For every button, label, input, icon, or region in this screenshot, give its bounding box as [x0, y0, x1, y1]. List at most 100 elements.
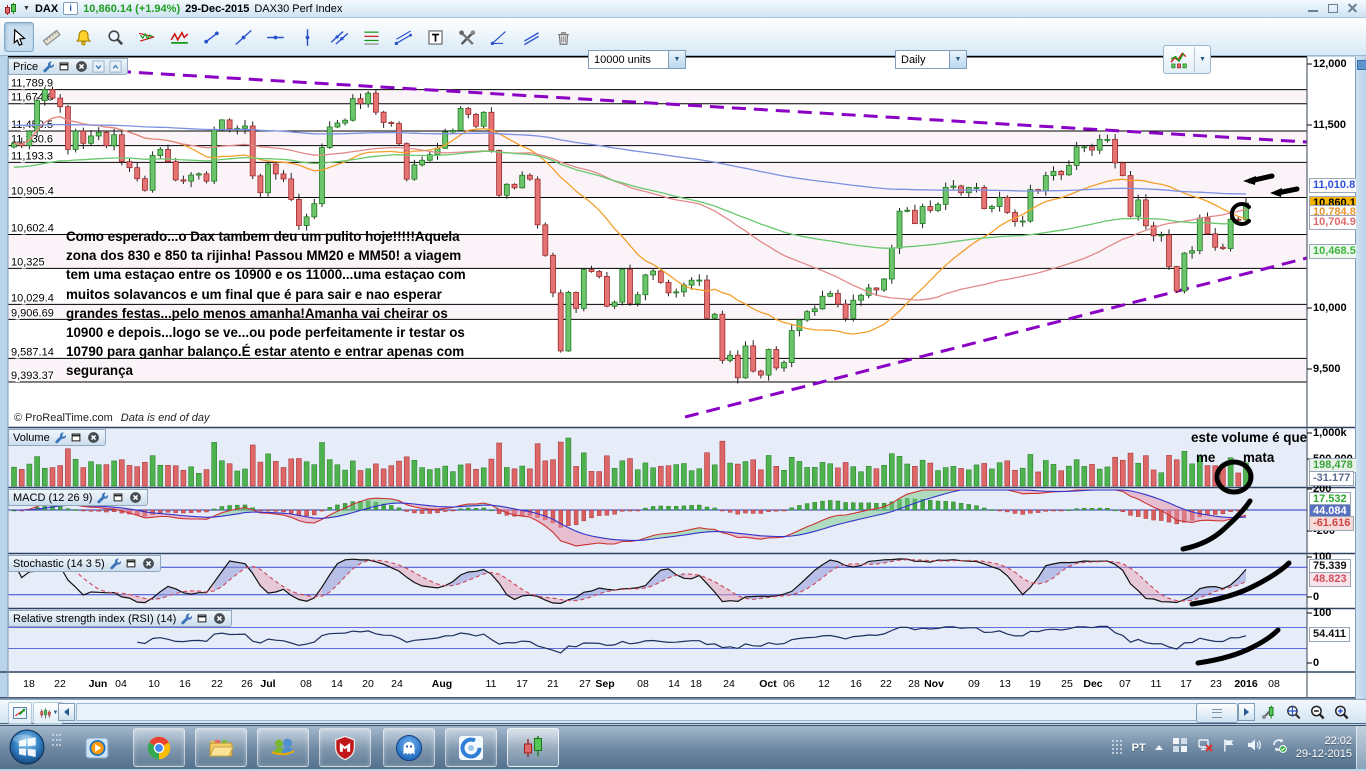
taskbar-prorealtime[interactable] [507, 728, 559, 767]
fit-chart-icon[interactable] [1282, 702, 1304, 722]
sync-icon[interactable] [1271, 737, 1287, 758]
scroll-right-icon[interactable] [1238, 703, 1255, 721]
clock[interactable]: 22:02 29-12-2015 [1296, 735, 1352, 761]
date-label: 22 [54, 678, 66, 690]
taskbar-messenger[interactable] [257, 728, 309, 767]
date-label: 08 [1268, 678, 1280, 690]
detach-window-icon[interactable] [196, 612, 210, 626]
close-panel-icon[interactable] [87, 431, 101, 445]
info-icon[interactable]: i [63, 2, 78, 15]
scroll-left-icon[interactable] [58, 703, 75, 721]
zoom-out-icon[interactable] [1306, 702, 1328, 722]
detach-window-icon[interactable] [70, 431, 84, 445]
horizontal-line-tool[interactable] [260, 22, 290, 52]
channel-tool[interactable] [516, 22, 546, 52]
windows-updates-icon[interactable] [1172, 737, 1188, 758]
taskbar-media-player[interactable] [72, 728, 124, 767]
macd-value-tag: -61.616 [1309, 516, 1354, 531]
taskbar-mcafee[interactable] [319, 728, 371, 767]
parallel-lines-tool[interactable] [324, 22, 354, 52]
select-tool[interactable] [4, 22, 34, 52]
delete-tool[interactable] [548, 22, 578, 52]
volume-annotation-line2a[interactable]: me [1196, 450, 1215, 465]
taskbar-explorer[interactable] [195, 728, 247, 767]
chart-scrollbar-thumb[interactable] [1196, 703, 1238, 723]
chevron-down-icon[interactable]: ▼ [1195, 56, 1210, 63]
chart-type-button[interactable] [1164, 47, 1195, 72]
symbol-name[interactable]: DAX [35, 3, 58, 15]
chart-canvas[interactable]: 11,789.911,674.611,450.511,330.611,193.3… [0, 0, 1366, 768]
symbol-dropdown-icon[interactable]: ▼ [23, 5, 30, 12]
alert-tool[interactable] [68, 22, 98, 52]
close-icon[interactable] [1346, 2, 1360, 14]
drawing-toolbar: 10000 units ▼ Daily ▼ ▼ [0, 18, 1366, 56]
chevron-down-icon[interactable]: ▼ [949, 51, 966, 68]
segment-tool[interactable] [196, 22, 226, 52]
zoom-tool[interactable] [100, 22, 130, 52]
action-center-icon[interactable] [1222, 738, 1237, 758]
panel-tab-macd[interactable]: MACD (12 26 9) [8, 489, 148, 506]
settings-wrench-icon[interactable] [108, 557, 122, 571]
instrument-name: DAX30 Perf Index [254, 3, 342, 15]
close-panel-icon[interactable] [129, 491, 143, 505]
close-panel-icon[interactable] [75, 60, 89, 74]
settings-wrench-icon[interactable] [179, 612, 193, 626]
chart-scrollbar-track[interactable] [76, 703, 1204, 721]
measure-tool[interactable] [36, 22, 66, 52]
detach-window-icon[interactable] [125, 557, 139, 571]
drawing-settings-tool[interactable] [452, 22, 482, 52]
date-label: 12 [818, 678, 830, 690]
panel-handle-icon[interactable] [1357, 60, 1366, 70]
settings-wrench-icon[interactable] [95, 491, 109, 505]
date-label: Oct [759, 678, 777, 690]
move-up-icon[interactable] [109, 60, 123, 74]
taskbar-ring-app[interactable] [445, 728, 497, 767]
settings-wrench-icon[interactable] [53, 431, 67, 445]
panel-tab-rsi[interactable]: Relative strength index (RSI) (14) [8, 610, 232, 627]
app-candles-icon [4, 2, 18, 16]
pattern-tool[interactable] [132, 22, 162, 52]
trendline-tool[interactable] [228, 22, 258, 52]
panel-tab-price[interactable]: Price [8, 58, 128, 75]
axis-tick-price: 11,500 [1313, 119, 1346, 131]
restore-icon[interactable] [1326, 2, 1340, 14]
prorealtime-window: 11,789.911,674.611,450.511,330.611,193.3… [0, 0, 1366, 768]
detach-window-icon[interactable] [58, 60, 72, 74]
close-panel-icon[interactable] [213, 612, 227, 626]
angle-tool[interactable] [484, 22, 514, 52]
chart-options-icon[interactable] [1258, 702, 1280, 722]
export-chart-icon[interactable] [8, 702, 32, 724]
minimize-icon[interactable] [1306, 2, 1320, 14]
volume-annotation-line1[interactable]: este volume é que [1191, 430, 1307, 445]
zoom-in-icon[interactable] [1330, 702, 1352, 722]
settings-wrench-icon[interactable] [41, 60, 55, 74]
vertical-line-tool[interactable] [292, 22, 322, 52]
panel-tab-stochastic[interactable]: Stochastic (14 3 5) [8, 555, 161, 572]
text-tool[interactable] [420, 22, 450, 52]
period-dropdown[interactable]: Daily ▼ [895, 50, 967, 69]
date-label: 10 [148, 678, 160, 690]
axis-tick-price: 12,000 [1313, 58, 1347, 70]
language-indicator[interactable]: PT [1132, 742, 1146, 754]
price-level-label: 10,029.4 [11, 292, 54, 304]
panel-tab-volume[interactable]: Volume [8, 429, 106, 446]
volume-annotation-line2b[interactable]: mata [1243, 450, 1274, 465]
pitchfork-tool[interactable] [388, 22, 418, 52]
move-down-icon[interactable] [92, 60, 106, 74]
show-desktop-button[interactable] [1356, 726, 1366, 769]
hidden-icons-icon[interactable] [1155, 745, 1163, 750]
taskbar-grip [52, 734, 62, 762]
network-disconnected-icon[interactable] [1197, 737, 1213, 758]
volume-icon[interactable] [1246, 737, 1262, 758]
close-panel-icon[interactable] [142, 557, 156, 571]
taskbar-chrome[interactable] [133, 728, 185, 767]
fibonacci-tool[interactable] [356, 22, 386, 52]
side-scroll-strip[interactable] [1356, 56, 1366, 699]
zigzag-tool[interactable] [164, 22, 194, 52]
units-dropdown[interactable]: 10000 units ▼ [588, 50, 686, 69]
start-button[interactable] [8, 728, 46, 766]
chart-annotation-text[interactable]: Como esperado...o Dax tambem deu um puli… [66, 227, 526, 381]
taskbar-ghost-app[interactable] [383, 728, 435, 767]
chevron-down-icon[interactable]: ▼ [668, 51, 685, 68]
detach-window-icon[interactable] [112, 491, 126, 505]
